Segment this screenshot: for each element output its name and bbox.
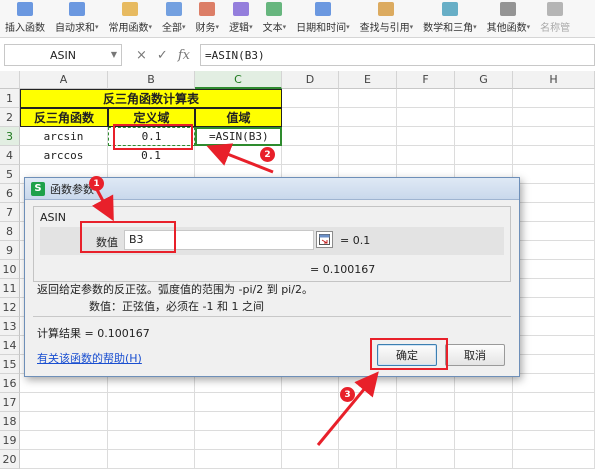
annotation-arrows bbox=[91, 143, 379, 446]
step-badge-3: 3 bbox=[340, 387, 355, 402]
step-badge-1: 1 bbox=[89, 176, 104, 191]
step-badge-2: 2 bbox=[260, 147, 275, 162]
